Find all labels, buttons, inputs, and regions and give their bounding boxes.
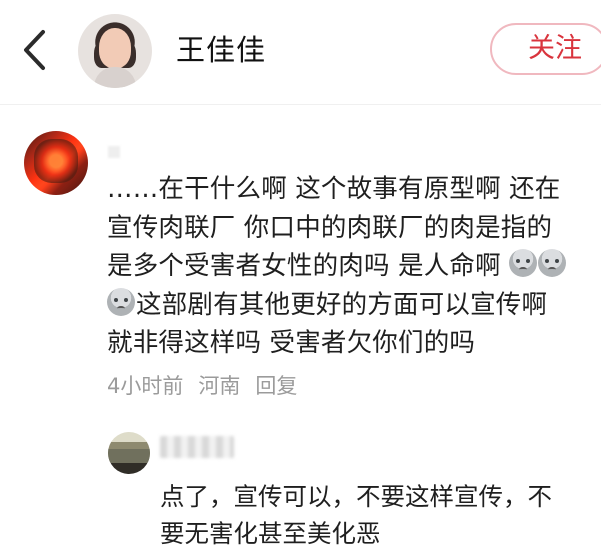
back-chevron-icon[interactable] <box>18 28 52 72</box>
reply-avatar[interactable] <box>108 432 150 474</box>
reply-body: 点了，宣传可以，不要这样宣传，不 要无害化甚至美化恶 <box>160 478 601 552</box>
reply-link[interactable]: 回复 <box>255 374 297 398</box>
commenter-avatar[interactable] <box>24 131 88 195</box>
comment-line-5: 就非得这样吗 受害者欠你们的吗 <box>107 328 476 358</box>
emoji-icon <box>509 249 538 277</box>
follow-button[interactable]: 关注 <box>490 23 601 75</box>
comment-location: 河南 <box>198 374 241 398</box>
comment-line-2: 宣传肉联厂 你口中的肉联厂的肉是指的 <box>107 212 553 243</box>
comment-screen: 王佳佳 关注 ……在干什么啊 这个故事有原型啊 还在 宣传肉联厂 你口中的肉联厂的… <box>0 0 601 557</box>
profile-username[interactable]: 王佳佳 <box>176 31 266 69</box>
blurred-reply-name <box>160 436 234 458</box>
reply-line-2: 要无害化甚至美化恶 <box>160 519 381 548</box>
blurred-commenter-name <box>108 146 120 158</box>
comment-line-4: 这部剧有其他更好的方面可以宣传啊 <box>107 286 601 325</box>
comment-line-3: 是多个受害者女性的肉吗 是人命啊 <box>107 247 601 286</box>
comment-line-1: ……在干什么啊 这个故事有原型啊 还在 <box>107 174 561 204</box>
reply-line-1: 点了，宣传可以，不要这样宣传，不 <box>160 482 552 511</box>
comment-line-4-text: 这部剧有其他更好的方面可以宣传啊 <box>136 289 548 320</box>
comment-meta: 4小时前 河南 回复 <box>107 371 312 401</box>
emoji-icon <box>538 249 567 277</box>
profile-avatar[interactable] <box>78 14 152 88</box>
emoji-icon <box>107 287 135 316</box>
comment-time: 4小时前 <box>107 374 184 398</box>
comment-line-3-text: 是多个受害者女性的肉吗 是人命啊 <box>107 251 510 281</box>
comment-body: ……在干什么啊 这个故事有原型啊 还在 宣传肉联厂 你口中的肉联厂的肉是指的 是多个… <box>107 170 601 363</box>
header-divider <box>0 104 601 105</box>
profile-header: 王佳佳 关注 <box>0 0 601 104</box>
